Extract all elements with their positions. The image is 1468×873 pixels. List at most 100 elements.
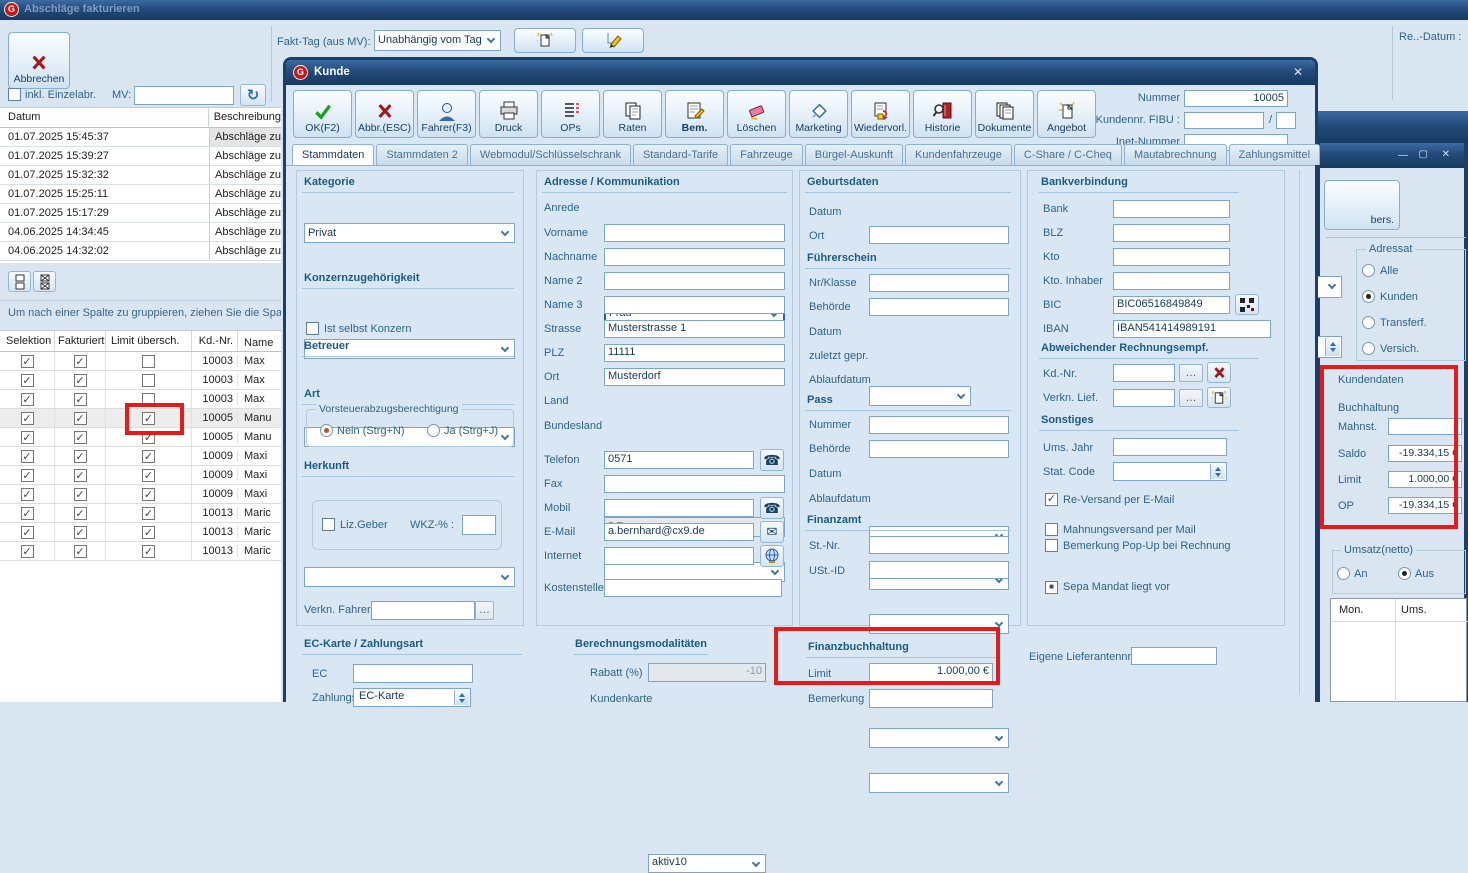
tab[interactable]: Zahlungsmittel	[1229, 144, 1321, 165]
radio-alle-label[interactable]: Alle	[1380, 265, 1398, 277]
bic-input[interactable]: BIC06516849849	[1113, 296, 1230, 314]
select-all-button[interactable]	[8, 271, 31, 292]
mahnung-checkbox[interactable]	[1045, 523, 1058, 536]
radio-transferf-label[interactable]: Transferf.	[1380, 317, 1427, 329]
selection-row[interactable]: ✓ ✓ ✓ 10013 Maric	[0, 542, 281, 561]
radio-versich-label[interactable]: Versich.	[1380, 343, 1419, 355]
new-document-button[interactable]	[514, 28, 576, 53]
log-col-beschreibung[interactable]: Beschreibung	[209, 108, 281, 127]
tab[interactable]: C-Share / C-Cheq	[1014, 144, 1122, 165]
abw-kdnr-browse-button[interactable]: …	[1179, 364, 1203, 382]
tab[interactable]: Kundenfahrzeuge	[905, 144, 1012, 165]
plz-input[interactable]: 11111	[604, 344, 785, 362]
stnr-input[interactable]	[869, 536, 1009, 554]
fs-ablauf-select[interactable]	[869, 614, 1009, 634]
col-selektion[interactable]: Selektion	[0, 331, 55, 351]
inkl-einzelabr-checkbox[interactable]	[8, 88, 21, 101]
spinner-arrows-icon[interactable]	[1210, 464, 1225, 479]
log-row[interactable]: 04.06.2025 14:34:45 Abschläge zu	[0, 223, 281, 242]
limit-uebersch-checkbox[interactable]: ✓	[142, 545, 155, 558]
abbrechen-button[interactable]: Abbrechen	[8, 32, 70, 89]
fakt-tag-select[interactable]: Unabhängig vom Tag	[374, 30, 501, 51]
fibu-input[interactable]	[1184, 112, 1264, 129]
fakturiert-checkbox[interactable]: ✓	[74, 507, 87, 520]
col-ums[interactable]: Ums.	[1401, 604, 1427, 616]
pass-nummer-input[interactable]	[869, 416, 1009, 434]
maximize-icon[interactable]: ▢	[1419, 150, 1428, 160]
lizgeber-checkbox[interactable]	[322, 518, 335, 531]
tab[interactable]: Fahrzeuge	[730, 144, 803, 165]
historie-button[interactable]: Historie	[913, 90, 972, 138]
selection-row[interactable]: ✓ ✓ ✓ 10013 Maric	[0, 504, 281, 523]
limit-uebersch-checkbox[interactable]: ✓	[142, 431, 155, 444]
tab[interactable]: Bürgel-Auskunft	[805, 144, 903, 165]
wiedervorl-button[interactable]: Wiedervorl.	[851, 90, 910, 138]
selection-row[interactable]: ✓ ✓ ✓ 10005 Manu	[0, 428, 281, 447]
bemerkung-popup-checkbox[interactable]	[1045, 539, 1058, 552]
fs-nr-input[interactable]	[869, 274, 1009, 292]
telefon-input[interactable]: 0571	[604, 451, 754, 469]
selektion-checkbox[interactable]: ✓	[21, 355, 34, 368]
radio-aus[interactable]	[1398, 567, 1411, 580]
abbr-button[interactable]: Abbr.(ESC)	[355, 90, 414, 138]
pass-ablauf-select[interactable]	[869, 773, 1009, 793]
raten-button[interactable]: Raten	[603, 90, 662, 138]
selektion-checkbox[interactable]: ✓	[21, 412, 34, 425]
panel-titlebar[interactable]: — ▢ ✕	[1320, 143, 1464, 168]
bank-input[interactable]	[1113, 200, 1230, 218]
col-mon[interactable]: Mon.	[1339, 604, 1363, 616]
selektion-checkbox[interactable]: ✓	[21, 545, 34, 558]
fakturiert-checkbox[interactable]: ✓	[74, 450, 87, 463]
loeschen-button[interactable]: Löschen	[727, 90, 786, 138]
selection-row[interactable]: ✓ ✓ 10003 Max	[0, 352, 281, 371]
tab[interactable]: Stammdaten 2	[376, 144, 468, 165]
eigene-lief-input[interactable]	[1131, 647, 1217, 665]
col-limit-uebersch[interactable]: Limit übersch.	[106, 331, 192, 351]
radio-versich[interactable]	[1362, 342, 1375, 355]
log-row[interactable]: 01.07.2025 15:39:27 Abschläge zu	[0, 147, 281, 166]
fibu-input-2[interactable]	[1276, 112, 1296, 129]
selektion-checkbox[interactable]: ✓	[21, 469, 34, 482]
email-send-button[interactable]: ✉	[760, 521, 784, 543]
statcode-spinbox[interactable]	[1113, 462, 1227, 481]
limit-uebersch-checkbox[interactable]: ✓	[142, 412, 155, 425]
limit-uebersch-checkbox[interactable]: ✓	[142, 469, 155, 482]
reversand-checkbox[interactable]: ✓	[1045, 493, 1058, 506]
log-row[interactable]: 04.06.2025 14:32:02 Abschläge zu	[0, 242, 281, 261]
ustid-input[interactable]	[869, 561, 1009, 579]
limit-uebersch-checkbox[interactable]: ✓	[142, 450, 155, 463]
limit-uebersch-checkbox[interactable]: ✓	[142, 507, 155, 520]
nachname-input[interactable]	[604, 248, 785, 266]
app-titlebar[interactable]: G Abschläge fakturieren	[0, 0, 1468, 20]
radio-alle[interactable]	[1362, 264, 1375, 277]
radio-kunden-label[interactable]: Kunden	[1380, 291, 1418, 303]
ok-button[interactable]: OK(F2)	[293, 90, 352, 138]
geburts-ort-input[interactable]	[869, 226, 1009, 244]
minimize-icon[interactable]: —	[1398, 151, 1408, 161]
refresh-button[interactable]: ↻	[240, 84, 266, 106]
radio-nein-label[interactable]: Nein (Strg+N)	[337, 425, 405, 437]
ops-button[interactable]: OPs	[541, 90, 600, 138]
selection-row[interactable]: ✓ ✓ 10003 Max	[0, 371, 281, 390]
bic-lookup-button[interactable]	[1235, 294, 1259, 315]
selection-row[interactable]: ✓ ✓ ✓ 10009 Maxi	[0, 485, 281, 504]
rabatt-input[interactable]: -10	[648, 663, 766, 682]
selection-row[interactable]: ✓ ✓ ✓ 10009 Maxi	[0, 466, 281, 485]
spinner-arrows-icon[interactable]	[454, 690, 469, 705]
druck-button[interactable]: Druck	[479, 90, 538, 138]
tab[interactable]: Webmodul/Schlüsselschrank	[470, 144, 631, 165]
selection-row[interactable]: ✓ ✓ ✓ 10009 Maxi	[0, 447, 281, 466]
geburts-datum-select[interactable]	[869, 386, 971, 406]
col-kdnr[interactable]: Kd.-Nr.	[192, 331, 238, 351]
close-icon[interactable]: ✕	[1293, 65, 1303, 79]
partial-combobox[interactable]	[1314, 276, 1342, 298]
spinner-arrows-icon[interactable]	[1325, 338, 1340, 356]
verkn-fahrer-input[interactable]	[371, 601, 475, 620]
herkunft-select[interactable]	[304, 567, 515, 587]
tab[interactable]: Stammdaten	[292, 144, 374, 165]
ec-input[interactable]	[353, 664, 473, 683]
telefon-dial-button[interactable]: ☎	[760, 449, 784, 471]
umsjahr-input[interactable]	[1113, 438, 1227, 456]
log-row[interactable]: 01.07.2025 15:45:37 Abschläge zu	[0, 128, 281, 147]
mobil-dial-button[interactable]: ☎	[760, 497, 784, 519]
